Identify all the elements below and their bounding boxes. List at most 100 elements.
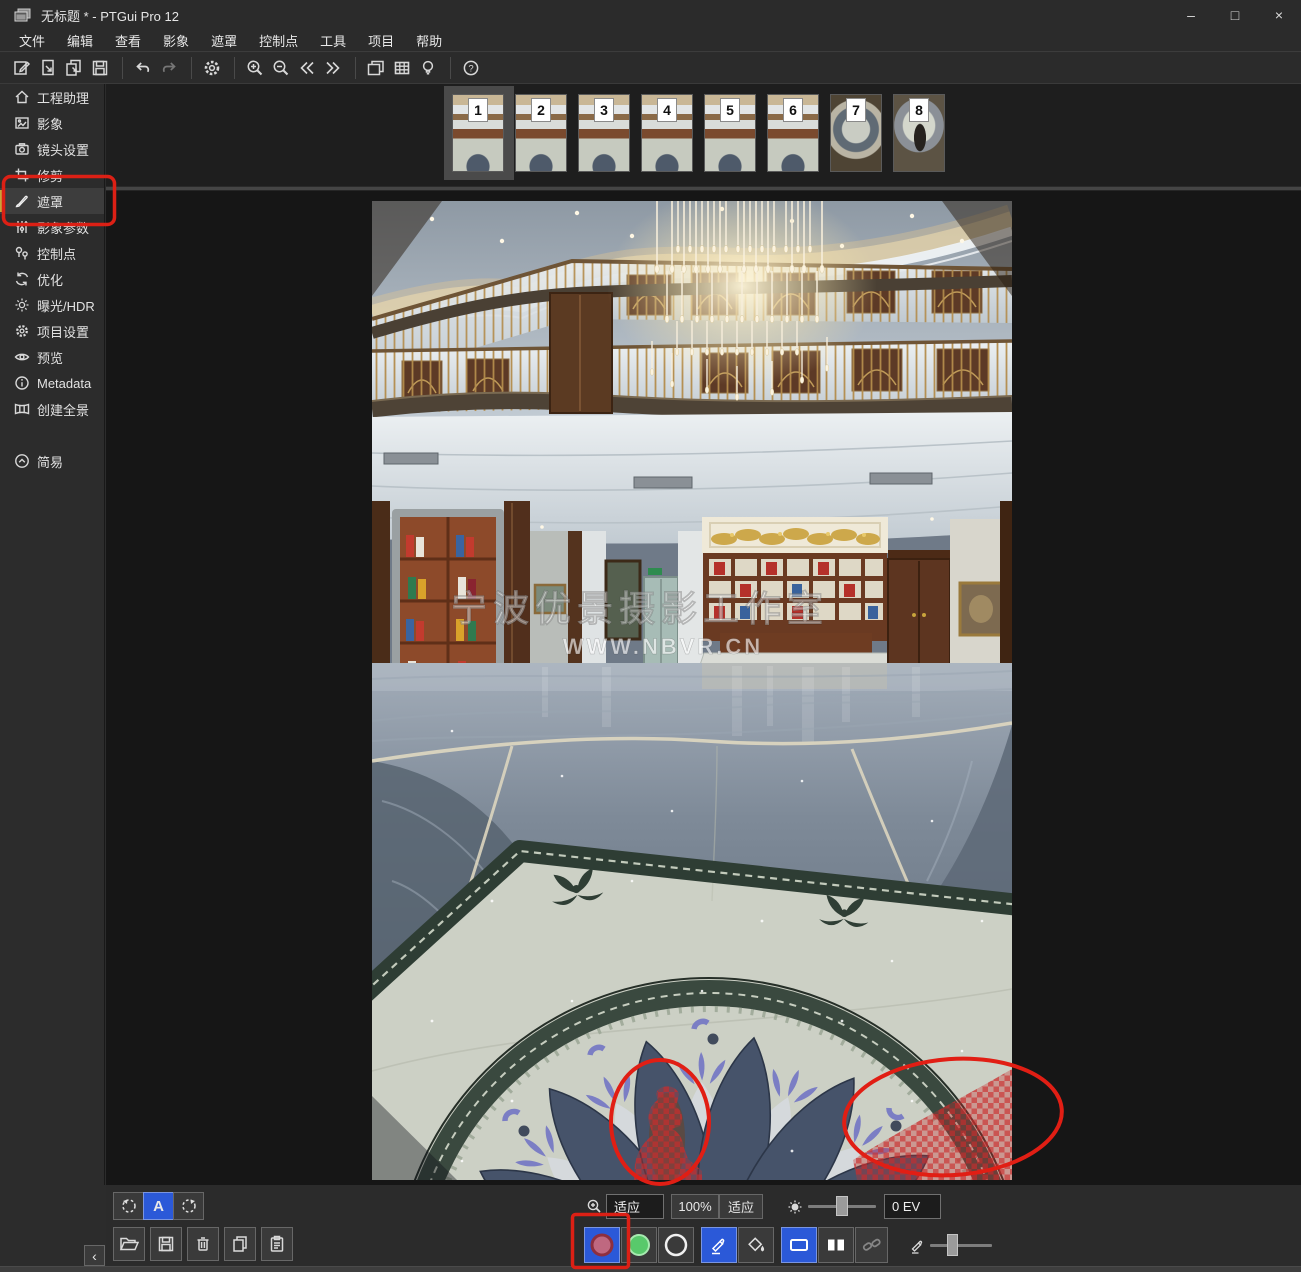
info-icon <box>14 375 30 391</box>
mask-red-button[interactable] <box>584 1227 620 1263</box>
thumbnail-2[interactable]: 2 <box>515 94 567 172</box>
split-view-button[interactable] <box>818 1227 854 1263</box>
lightbulb-icon <box>418 58 438 78</box>
undo-button[interactable] <box>131 56 155 80</box>
save-button[interactable] <box>88 56 112 80</box>
sidebar-item-optimize[interactable]: 优化 <box>0 266 104 292</box>
sliders-icon <box>14 219 30 235</box>
trash-icon <box>193 1234 213 1254</box>
copy-mask-button[interactable] <box>224 1227 256 1261</box>
duplicate-project-button[interactable] <box>62 56 86 80</box>
thumbnail-3[interactable]: 3 <box>578 94 630 172</box>
menu-tools[interactable]: 工具 <box>309 31 357 50</box>
detail-viewer-button[interactable] <box>416 56 440 80</box>
new-project-button[interactable] <box>10 56 34 80</box>
thumbnail-7[interactable]: 7 <box>830 94 882 172</box>
open-project-button[interactable] <box>36 56 60 80</box>
zoom-level-input[interactable]: 适应 <box>606 1194 664 1219</box>
title-bar: 无标题 * - PTGui Pro 12 – □ × <box>0 0 1301 30</box>
fill-tool-button[interactable] <box>738 1227 774 1263</box>
zoom-out-button[interactable] <box>269 56 293 80</box>
auto-mask-button[interactable]: A <box>143 1192 174 1220</box>
mask-green-button[interactable] <box>621 1227 657 1263</box>
status-bar <box>0 1266 1301 1272</box>
sidebar-item-create-panorama[interactable]: 创建全景 <box>0 396 104 422</box>
menu-control-points[interactable]: 控制点 <box>248 31 309 50</box>
thumbnail-8[interactable]: 8 <box>893 94 945 172</box>
sidebar-item-control-points[interactable]: 控制点 <box>0 240 104 266</box>
panorama-editor-button[interactable] <box>364 56 388 80</box>
menu-images[interactable]: 影象 <box>152 31 200 50</box>
redo-button[interactable] <box>157 56 181 80</box>
duplicate-project-icon <box>63 58 85 78</box>
crop-icon <box>14 167 30 183</box>
sidebar-item-project-settings[interactable]: 项目设置 <box>0 318 104 344</box>
menu-help[interactable]: 帮助 <box>405 31 453 50</box>
collapse-sidebar-button[interactable]: ‹ <box>84 1245 105 1266</box>
zoom-in-icon <box>245 58 265 78</box>
menu-file[interactable]: 文件 <box>8 31 56 50</box>
rotate-ccw-button[interactable] <box>113 1192 144 1220</box>
sidebar-item-images[interactable]: 影象 <box>0 110 104 136</box>
sidebar-item-mask[interactable]: 遮罩 <box>0 188 104 214</box>
brush-size-slider-handle[interactable] <box>947 1234 958 1256</box>
menu-mask[interactable]: 遮罩 <box>200 31 248 50</box>
menu-bar: 文件 编辑 查看 影象 遮罩 控制点 工具 项目 帮助 <box>0 30 1301 52</box>
tool-bar: ? <box>0 53 1301 84</box>
single-view-button[interactable] <box>781 1227 817 1263</box>
thumbnail-4[interactable]: 4 <box>641 94 693 172</box>
redo-icon <box>158 58 180 78</box>
thumbnail-number: 7 <box>846 98 866 122</box>
ev-value-input[interactable]: 0 EV <box>884 1194 941 1219</box>
sidebar-item-exposure-hdr[interactable]: 曝光/HDR <box>0 292 104 318</box>
menu-project[interactable]: 项目 <box>357 31 405 50</box>
photo-canvas[interactable]: ​ 宁波优景摄影工作室 WWW.NBVR.CN <box>372 201 1012 1180</box>
help-button[interactable]: ? <box>459 56 483 80</box>
thumbnail-6[interactable]: 6 <box>767 94 819 172</box>
sidebar-item-crop[interactable]: 修剪 <box>0 162 104 188</box>
next-image-button[interactable] <box>321 56 345 80</box>
zoom-icon <box>586 1198 603 1215</box>
thumbnail-1[interactable]: 1 <box>452 94 504 172</box>
sidebar-item-lens-settings[interactable]: 镜头设置 <box>0 136 104 162</box>
zoom-fit-button[interactable]: 适应 <box>719 1194 763 1219</box>
rotate-cw-button[interactable] <box>173 1192 204 1220</box>
marker-pen-icon <box>708 1234 730 1256</box>
sidebar-item-simple-mode[interactable]: 简易 <box>0 448 104 474</box>
grid-button[interactable] <box>390 56 414 80</box>
thumbnail-number: 1 <box>468 98 488 122</box>
sidebar-item-project-assistant[interactable]: 工程助理 <box>0 84 104 110</box>
white-circle-icon <box>662 1231 690 1259</box>
menu-edit[interactable]: 编辑 <box>56 31 104 50</box>
sidebar-item-preview[interactable]: 预览 <box>0 344 104 370</box>
thumbnail-5[interactable]: 5 <box>704 94 756 172</box>
zoom-in-button[interactable] <box>243 56 267 80</box>
sidebar-item-metadata[interactable]: Metadata <box>0 370 104 396</box>
green-circle-icon <box>625 1231 653 1259</box>
sidebar: 工程助理 影象 镜头设置 修剪 遮罩 影象参数 控制点 优化 曝光/HDR 项目… <box>0 84 105 1266</box>
mask-unmask-button[interactable] <box>658 1227 694 1263</box>
save-icon <box>90 58 110 78</box>
previous-image-button[interactable] <box>295 56 319 80</box>
brush-size-slider-track[interactable] <box>930 1244 992 1247</box>
thumbnail-number: 6 <box>783 98 803 122</box>
save-mask-button[interactable] <box>150 1227 182 1261</box>
menu-view[interactable]: 查看 <box>104 31 152 50</box>
zoom-100-button[interactable]: 100% <box>671 1194 719 1219</box>
settings-button[interactable] <box>200 56 224 80</box>
minimize-button[interactable]: – <box>1169 0 1213 30</box>
brush-size-icon <box>909 1237 927 1255</box>
close-button[interactable]: × <box>1257 0 1301 30</box>
sidebar-item-image-parameters[interactable]: 影象参数 <box>0 214 104 240</box>
control-points-icon <box>14 245 30 261</box>
ev-slider-handle[interactable] <box>836 1196 848 1216</box>
delete-mask-button[interactable] <box>187 1227 219 1261</box>
load-mask-button[interactable] <box>113 1227 145 1261</box>
brush-icon <box>14 193 30 209</box>
paste-mask-button[interactable] <box>261 1227 293 1261</box>
paint-tool-button[interactable] <box>701 1227 737 1263</box>
rotate-cw-icon <box>179 1196 199 1216</box>
maximize-button[interactable]: □ <box>1213 0 1257 30</box>
link-views-button[interactable] <box>855 1227 888 1263</box>
panorama-editor-icon <box>365 58 387 78</box>
